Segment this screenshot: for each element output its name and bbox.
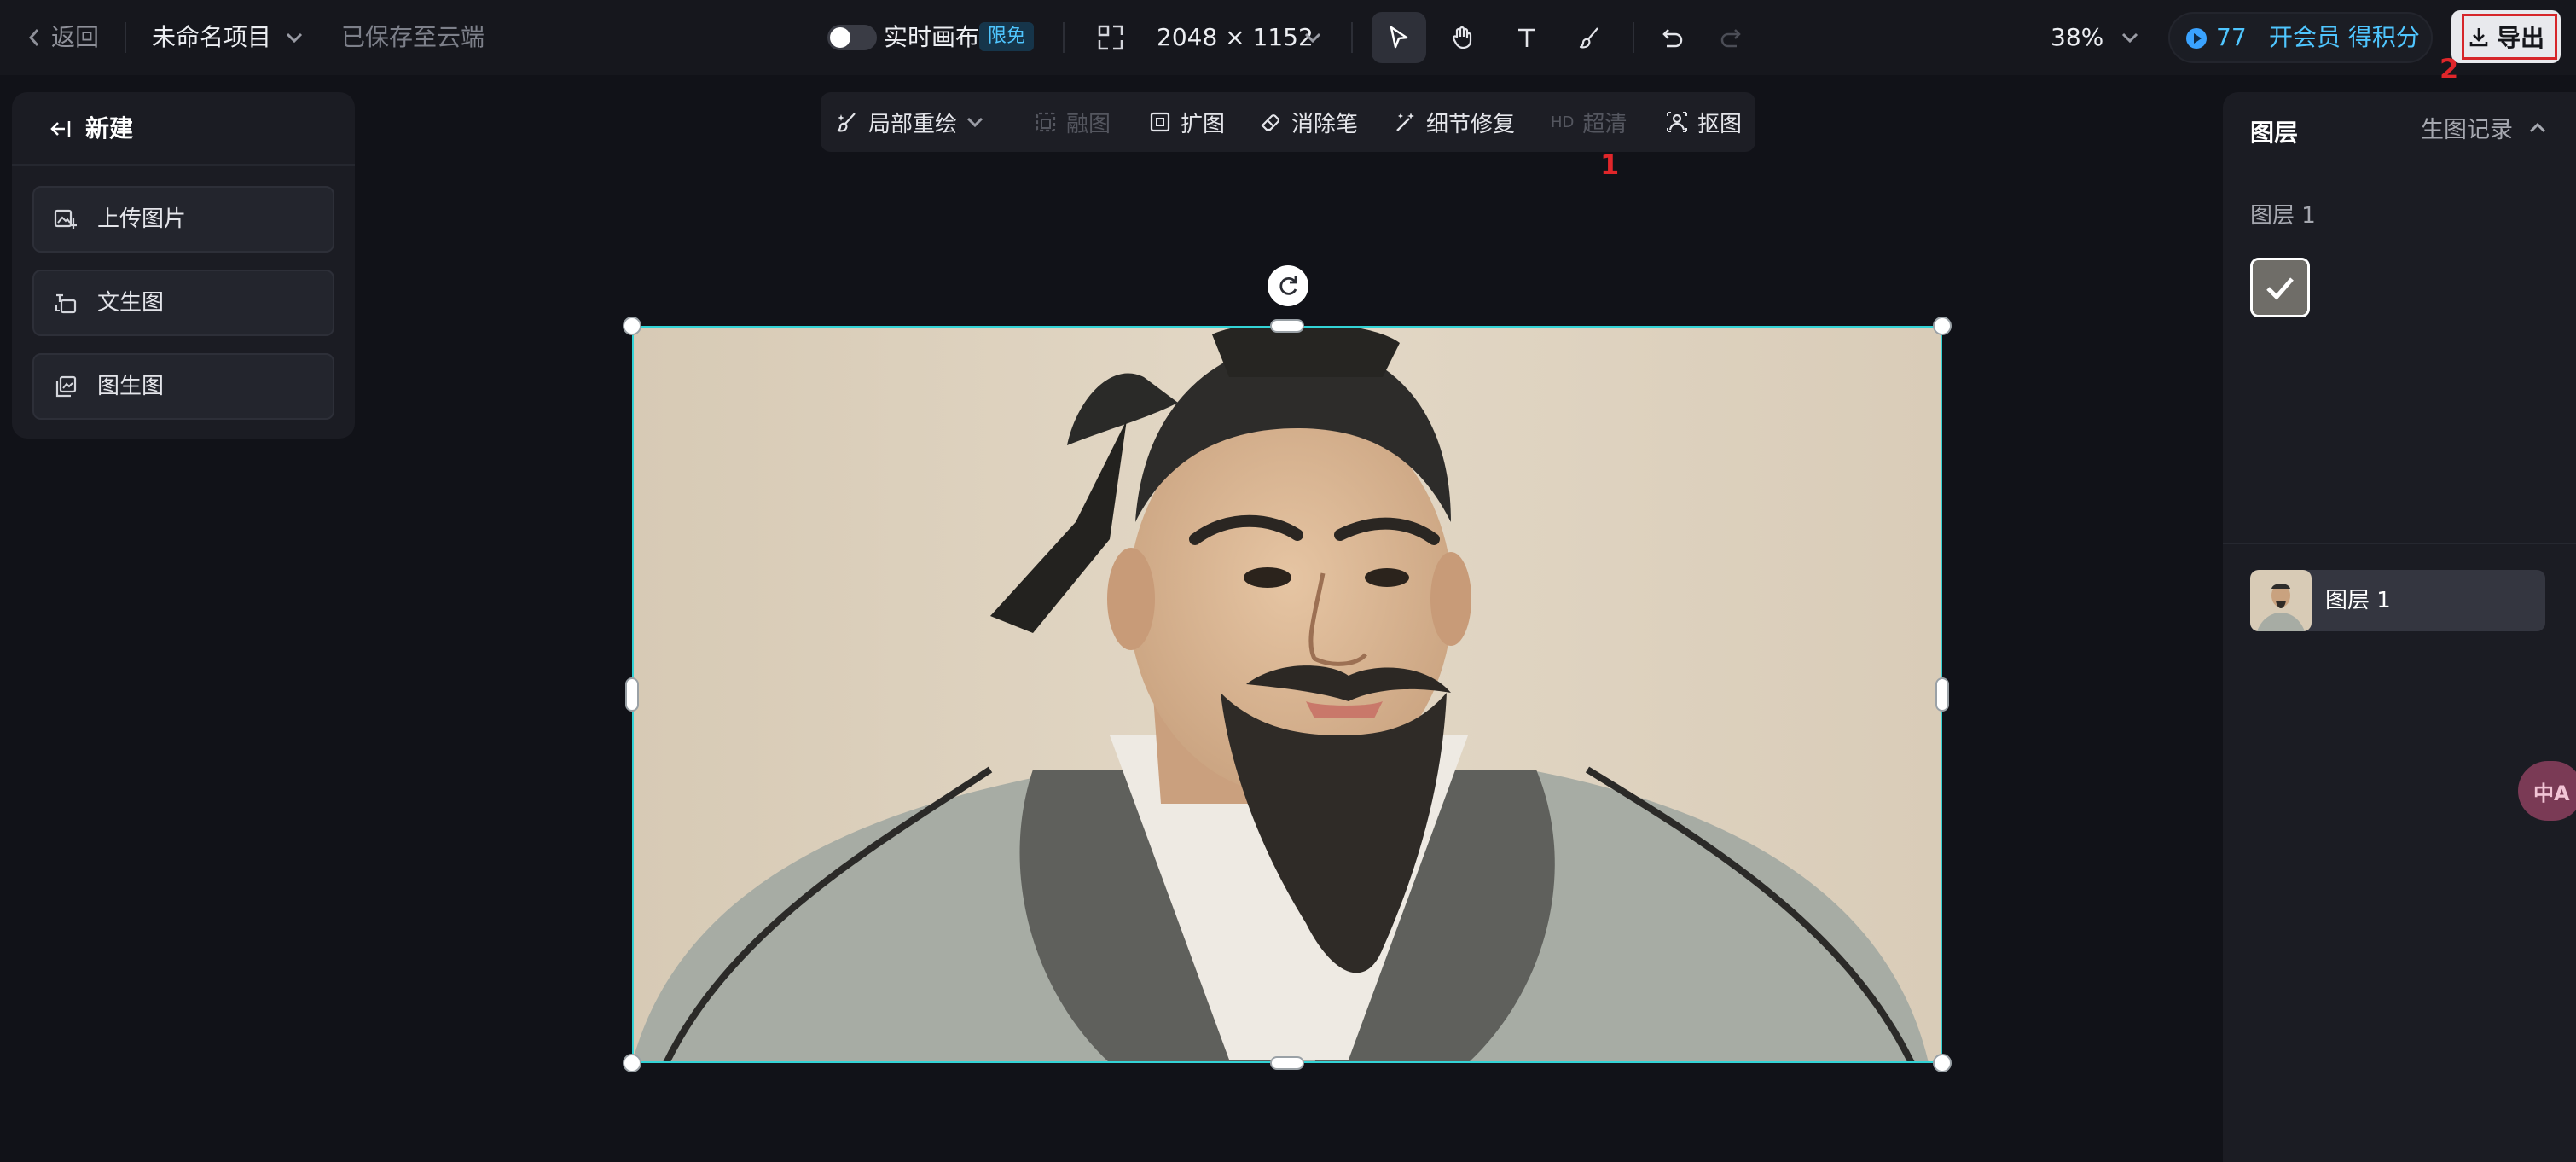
magic-wand-icon [1396, 113, 1414, 131]
resize-handle-bottom[interactable] [1270, 1056, 1304, 1070]
member-link[interactable]: 开会员 得积分 [2269, 14, 2420, 61]
detail-fix-button[interactable]: 细节修复 [1394, 92, 1515, 152]
expand-button[interactable]: 扩图 [1148, 92, 1225, 152]
hand-tool-button[interactable] [1435, 12, 1489, 63]
upload-image-icon [54, 209, 77, 229]
resize-icon[interactable] [1097, 24, 1124, 51]
partial-redraw-button[interactable]: 局部重绘 [836, 92, 984, 152]
layers-panel: 图层 生图记录 图层 1 图层 1 [2223, 92, 2576, 1162]
resize-handle-bottom-right[interactable] [1933, 1054, 1952, 1072]
divider [1633, 22, 1634, 53]
brush-icon [1579, 27, 1598, 49]
credits-member-pill[interactable]: 77 开会员 得积分 [2168, 12, 2433, 63]
realtime-canvas-toggle[interactable] [827, 25, 877, 50]
selection-border [632, 326, 1942, 1063]
save-status: 已保存至云端 [341, 23, 485, 51]
chevron-down-icon [286, 32, 303, 44]
redo-icon[interactable] [1718, 24, 1745, 51]
eraser-icon [1261, 114, 1279, 131]
text-to-image-button[interactable]: 文生图 [32, 270, 334, 336]
realtime-canvas-label: 实时画布 [884, 23, 980, 51]
image-tools-bar: 局部重绘 融图 扩图 消除笔 细节修复 HD 超清 抠图 [821, 92, 1755, 152]
cutout-icon [1667, 112, 1687, 132]
credits-count: 77 [2216, 23, 2247, 51]
create-panel-header[interactable]: 新建 [12, 92, 355, 166]
brush-sparkle-icon [836, 113, 856, 132]
text-t-icon [1518, 28, 1535, 47]
image-to-image-icon [55, 375, 77, 398]
text-tool-button[interactable] [1500, 12, 1554, 63]
back-button[interactable]: 返回 [24, 0, 102, 75]
chevron-down-icon [2121, 32, 2138, 44]
translate-button[interactable]: 中A [2518, 761, 2576, 821]
layer-group-label: 图层 1 [2250, 203, 2316, 229]
history-toggle[interactable]: 生图记录 [2421, 111, 2549, 145]
chevron-left-icon [28, 29, 39, 46]
annotation-marker-2: 2 [2440, 53, 2459, 85]
resize-handle-top-left[interactable] [623, 317, 641, 335]
annotation-marker-1: 1 [1600, 148, 1620, 181]
project-name-dropdown[interactable]: 未命名项目 [152, 0, 309, 75]
divider [1063, 22, 1065, 53]
brush-tool-button[interactable] [1563, 12, 1617, 63]
chevron-down-icon [1304, 32, 1321, 44]
rotate-handle[interactable] [1268, 265, 1308, 306]
credit-coin-icon [2186, 28, 2207, 49]
canvas-size-dropdown[interactable]: 2048 × 1152 [1157, 0, 1327, 75]
text-to-image-icon [55, 293, 77, 314]
divider [2223, 543, 2576, 544]
upload-image-button[interactable]: 上传图片 [32, 186, 334, 253]
cursor-arrow-icon [1390, 26, 1408, 49]
top-bar: 返回 未命名项目 已保存至云端 实时画布 限免 2048 × 1152 38% … [0, 0, 2576, 75]
layers-tab[interactable]: 图层 [2250, 114, 2298, 148]
layer-thumbnail [2250, 570, 2312, 631]
expand-icon [1150, 112, 1170, 132]
hand-icon [1452, 26, 1472, 49]
resize-handle-top[interactable] [1270, 319, 1304, 333]
cutout-button[interactable]: 抠图 [1665, 92, 1742, 152]
eraser-button[interactable]: 消除笔 [1259, 92, 1358, 152]
layer-thumbnail-selected[interactable] [2250, 258, 2310, 317]
blend-button[interactable]: 融图 [1034, 92, 1111, 152]
undo-icon[interactable] [1658, 24, 1685, 51]
resize-handle-left[interactable] [625, 677, 639, 712]
chevron-up-icon [2529, 122, 2546, 133]
resize-handle-bottom-left[interactable] [623, 1054, 641, 1072]
rotate-icon [1279, 276, 1297, 295]
translate-icon: 中A [2533, 781, 2570, 805]
divider [125, 22, 126, 53]
layer-row[interactable]: 图层 1 [2250, 570, 2545, 631]
blend-icon [1036, 112, 1056, 132]
hd-icon: HD [1551, 113, 1575, 131]
chevron-down-icon [966, 117, 983, 128]
divider [1351, 22, 1353, 53]
collapse-left-icon [50, 121, 71, 137]
zoom-dropdown[interactable]: 38% [2051, 0, 2144, 75]
annotation-box-export [2462, 14, 2557, 60]
hd-upscale-button[interactable]: HD 超清 [1551, 92, 1627, 152]
free-badge: 限免 [979, 22, 1035, 51]
image-to-image-button[interactable]: 图生图 [32, 353, 334, 420]
resize-handle-right[interactable] [1935, 677, 1949, 712]
select-tool-button[interactable] [1372, 12, 1426, 63]
resize-handle-top-right[interactable] [1933, 317, 1952, 335]
create-panel: 新建 上传图片 文生图 图生图 [12, 92, 355, 439]
